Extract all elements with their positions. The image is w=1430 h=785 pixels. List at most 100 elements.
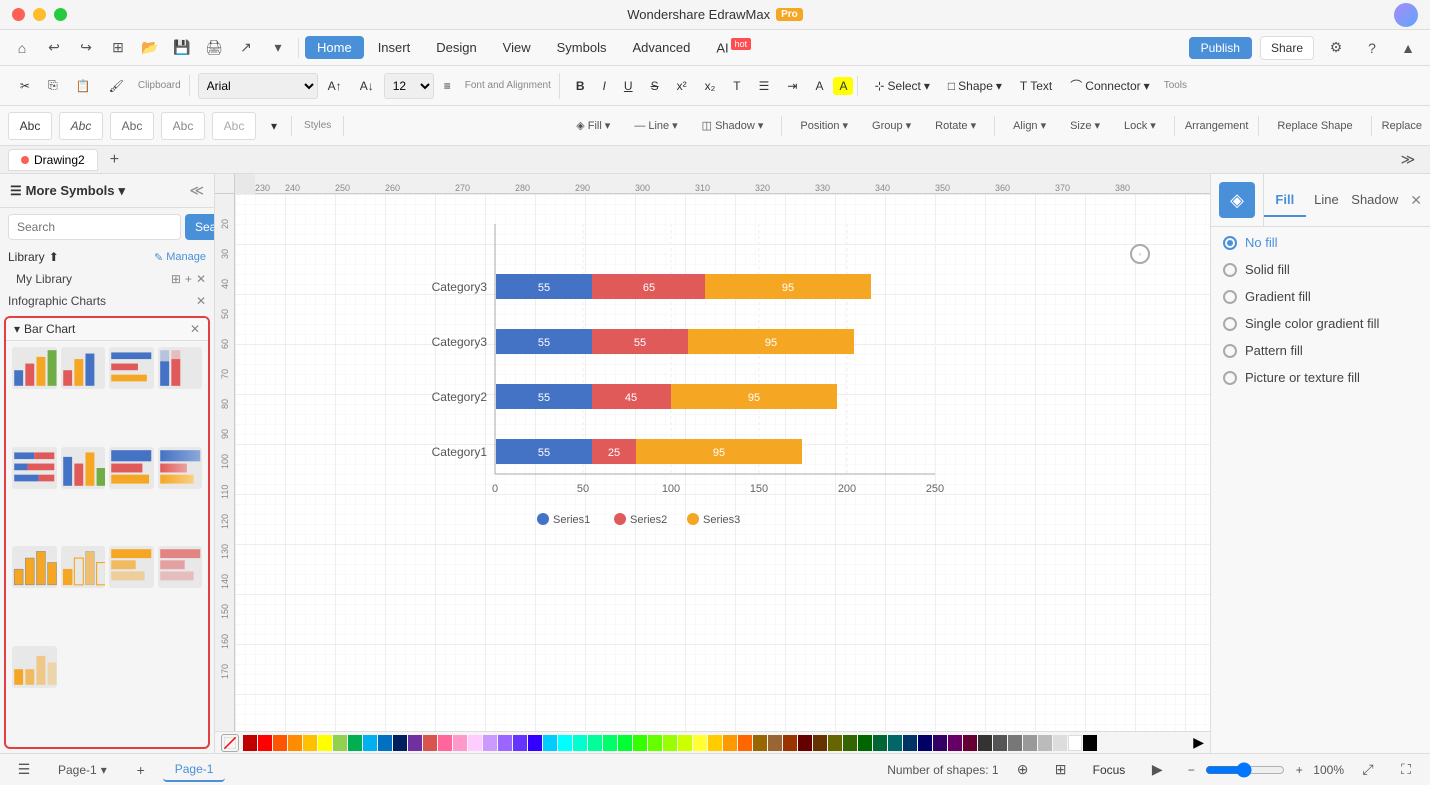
pages-icon[interactable]: ☰	[10, 756, 38, 784]
chart-thumb-3[interactable]	[109, 347, 154, 389]
align-btn[interactable]: ≡	[436, 76, 459, 96]
select-tool[interactable]: ⊹Select▾	[866, 76, 937, 96]
color-swatch-2[interactable]	[258, 735, 272, 751]
color-swatch-45[interactable]	[903, 735, 917, 751]
settings-icon[interactable]: ⚙	[1322, 34, 1350, 62]
publish-button[interactable]: Publish	[1189, 37, 1252, 59]
menu-view[interactable]: View	[491, 36, 543, 59]
color-swatch-26[interactable]	[618, 735, 632, 751]
color-swatch-35[interactable]	[753, 735, 767, 751]
focus-button[interactable]: Focus	[1085, 760, 1134, 780]
text-style-button[interactable]: T	[725, 76, 748, 96]
maximize-button[interactable]	[54, 8, 67, 21]
color-swatch-37[interactable]	[783, 735, 797, 751]
color-swatch-30[interactable]	[678, 735, 692, 751]
more-icon[interactable]: ▾	[264, 34, 292, 62]
fill-option-picture[interactable]: Picture or texture fill	[1223, 366, 1418, 389]
my-library-item[interactable]: My Library ⊞ + ✕	[0, 268, 214, 290]
color-swatch-4[interactable]	[288, 735, 302, 751]
chart-thumb-2[interactable]	[61, 347, 106, 389]
undo-icon[interactable]: ↩	[40, 34, 68, 62]
font-increase[interactable]: A↑	[320, 76, 350, 96]
color-swatch-41[interactable]	[843, 735, 857, 751]
menu-advanced[interactable]: Advanced	[620, 36, 702, 59]
color-swatch-38[interactable]	[798, 735, 812, 751]
chart-thumb-4[interactable]	[158, 347, 203, 389]
color-swatch-6[interactable]	[318, 735, 332, 751]
size-button[interactable]: Size▾	[1062, 116, 1108, 135]
color-swatch-54[interactable]	[1038, 735, 1052, 751]
color-swatch-25[interactable]	[603, 735, 617, 751]
bar-chart-close-icon[interactable]: ✕	[190, 322, 200, 336]
chart-thumb-8[interactable]	[158, 447, 203, 489]
fill-option-no-fill[interactable]: No fill	[1223, 231, 1418, 254]
drawing-tab[interactable]: Drawing2	[8, 149, 98, 171]
color-swatch-53[interactable]	[1023, 735, 1037, 751]
indent-button[interactable]: ⇥	[779, 76, 805, 96]
color-swatch-23[interactable]	[573, 735, 587, 751]
list-button[interactable]: ☰	[751, 76, 778, 96]
line-button[interactable]: —Line▾	[626, 116, 685, 135]
color-swatch-9[interactable]	[363, 735, 377, 751]
color-swatch-34[interactable]	[738, 735, 752, 751]
color-swatch-15[interactable]	[453, 735, 467, 751]
no-color-swatch[interactable]	[221, 734, 239, 752]
style-expand[interactable]: ▾	[263, 116, 285, 136]
color-swatch-44[interactable]	[888, 735, 902, 751]
color-swatch-47[interactable]	[933, 735, 947, 751]
canvas-handle[interactable]: ◦	[1130, 244, 1150, 264]
color-swatch-1[interactable]	[243, 735, 257, 751]
zoom-in-button[interactable]: +	[1289, 760, 1309, 780]
color-swatch-36[interactable]	[768, 735, 782, 751]
menu-design[interactable]: Design	[424, 36, 488, 59]
fill-option-single-gradient[interactable]: Single color gradient fill	[1223, 312, 1418, 335]
style-abc-4[interactable]: Abc	[161, 112, 205, 140]
text-color-button[interactable]: A	[807, 76, 831, 96]
zoom-slider[interactable]	[1205, 762, 1285, 778]
save-icon[interactable]: 💾	[168, 34, 196, 62]
style-abc-1[interactable]: Abc	[8, 112, 52, 140]
shadow-button[interactable]: ◫Shadow▾	[694, 116, 772, 135]
font-size-select[interactable]: 12	[384, 73, 434, 99]
highlight-button[interactable]: A	[833, 77, 853, 95]
add-page-button[interactable]: +	[127, 756, 155, 784]
menu-symbols[interactable]: Symbols	[545, 36, 619, 59]
new-tab-icon[interactable]: ⊞	[104, 34, 132, 62]
collapse-icon[interactable]: ▲	[1394, 34, 1422, 62]
page-tab-active[interactable]: Page-1	[163, 758, 226, 782]
color-swatch-57[interactable]	[1083, 735, 1097, 751]
infographic-charts-item[interactable]: Infographic Charts ✕	[0, 290, 214, 312]
panel-collapse[interactable]: ≪	[189, 182, 204, 199]
copy-button[interactable]: ⎘	[40, 75, 66, 96]
close-button[interactable]	[12, 8, 25, 21]
underline-button[interactable]: U	[616, 76, 641, 96]
color-swatch-46[interactable]	[918, 735, 932, 751]
chart-thumb-11[interactable]	[109, 546, 154, 588]
print-icon[interactable]: 🖨	[200, 34, 228, 62]
share-button[interactable]: Share	[1260, 36, 1314, 60]
color-swatch-48[interactable]	[948, 735, 962, 751]
color-swatch-29[interactable]	[663, 735, 677, 751]
color-swatch-31[interactable]	[693, 735, 707, 751]
color-swatch-16[interactable]	[468, 735, 482, 751]
fill-option-solid[interactable]: Solid fill	[1223, 258, 1418, 281]
tab-fill[interactable]: Fill	[1264, 184, 1306, 217]
connector-tool[interactable]: ⌒Connector▾	[1062, 74, 1157, 97]
color-swatch-11[interactable]	[393, 735, 407, 751]
italic-button[interactable]: I	[595, 76, 614, 96]
redo-icon[interactable]: ↪	[72, 34, 100, 62]
lock-button[interactable]: Lock▾	[1116, 116, 1164, 135]
tab-line[interactable]: Line	[1306, 184, 1348, 217]
expand-panel-icon[interactable]: ≫	[1394, 146, 1422, 174]
color-swatch-5[interactable]	[303, 735, 317, 751]
fill-button[interactable]: ◈Fill▾	[568, 116, 618, 135]
color-swatch-56[interactable]	[1068, 735, 1082, 751]
color-swatch-28[interactable]	[648, 735, 662, 751]
home-icon[interactable]: ⌂	[8, 34, 36, 62]
add-tab-button[interactable]: +	[102, 148, 127, 172]
search-button[interactable]: Search	[185, 214, 215, 240]
color-swatch-13[interactable]	[423, 735, 437, 751]
color-swatch-19[interactable]	[513, 735, 527, 751]
color-swatch-50[interactable]	[978, 735, 992, 751]
color-swatch-10[interactable]	[378, 735, 392, 751]
